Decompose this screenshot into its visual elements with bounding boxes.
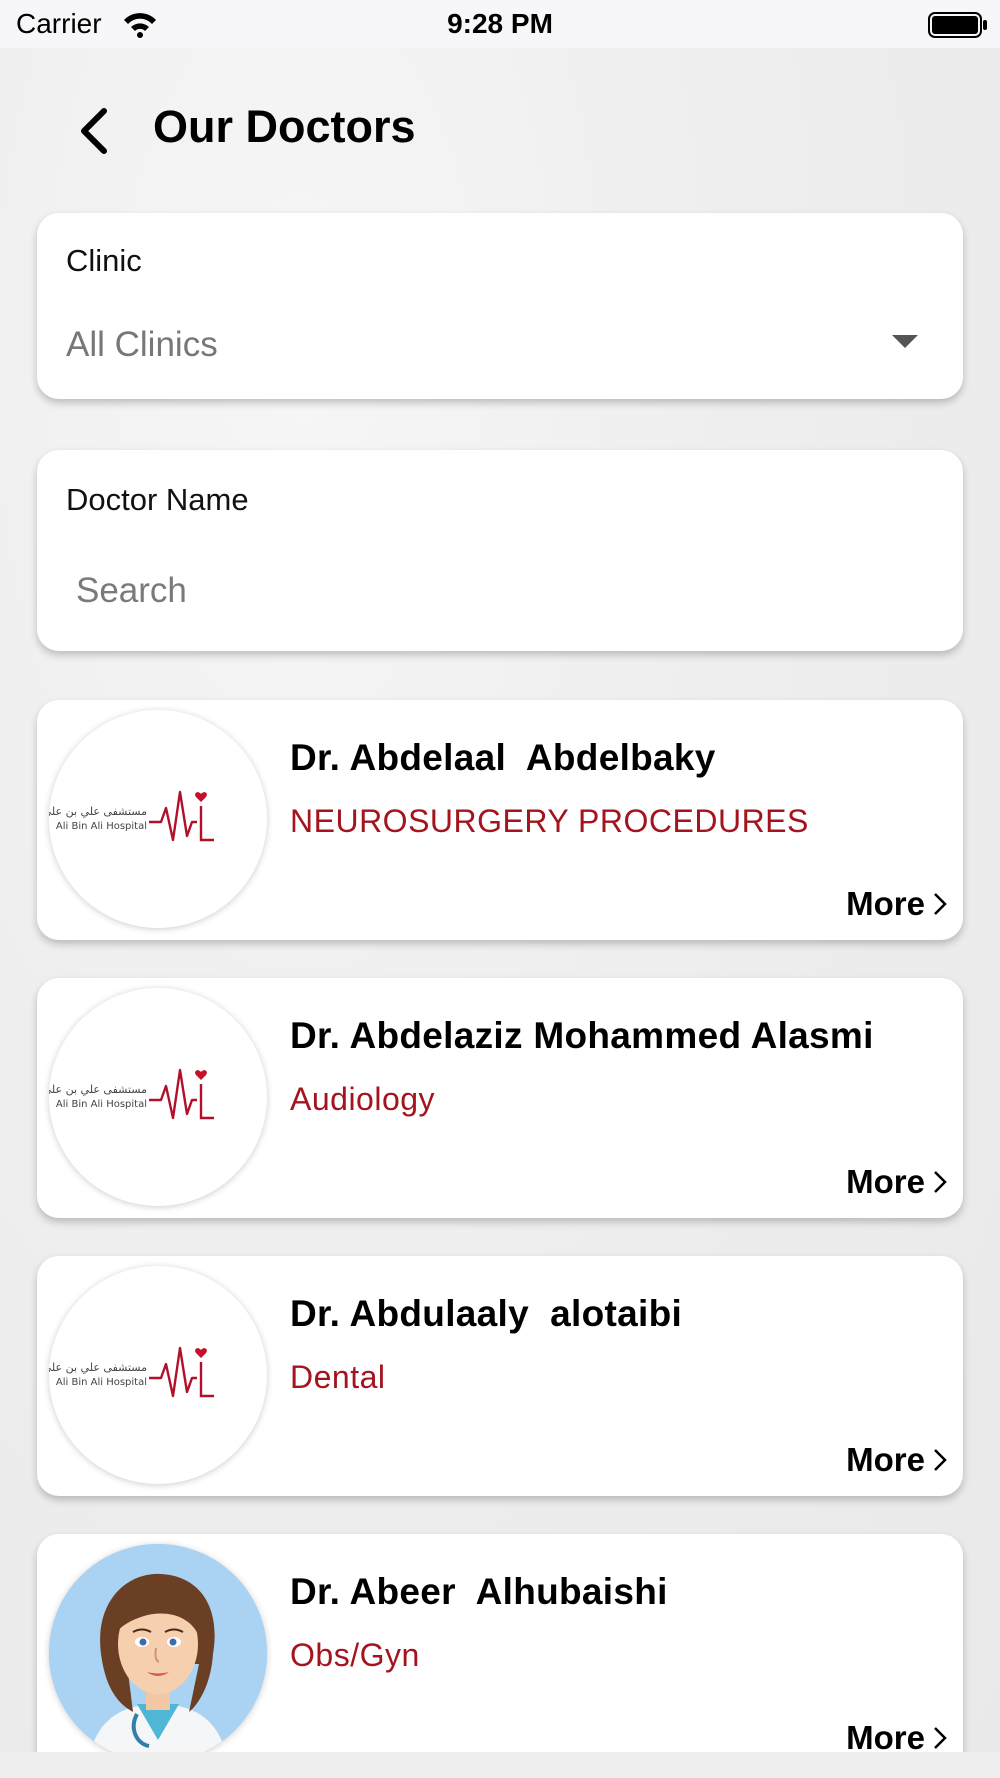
chevron-right-icon (934, 1171, 947, 1193)
doctor-specialty: Audiology (290, 1081, 436, 1117)
doctor-card[interactable]: Dr. Abeer Alhubaishi Obs/Gyn More (37, 1534, 963, 1752)
search-input[interactable] (74, 560, 918, 622)
chevron-right-icon (934, 1727, 947, 1749)
bottom-safe-area (0, 1752, 1000, 1778)
clinic-select[interactable]: Clinic All Clinics (37, 213, 963, 399)
logo-arabic-text: مستشفى علي بن علي (49, 1361, 147, 1374)
doctor-name: Dr. Abeer Alhubaishi (290, 1571, 668, 1612)
more-label: More (846, 1719, 925, 1752)
clinic-label: Clinic (66, 243, 142, 278)
doctor-specialty: Obs/Gyn (290, 1637, 420, 1673)
more-button[interactable]: More (846, 1441, 947, 1479)
doctor-name-field: Doctor Name (37, 450, 963, 651)
logo-english-text: Ali Bin Ali Hospital (56, 821, 147, 832)
hospital-logo-icon: مستشفى علي بن علي Ali Bin Ali Hospital (49, 1068, 214, 1120)
more-button[interactable]: More (846, 1719, 947, 1752)
more-button[interactable]: More (846, 885, 947, 923)
doctor-specialty: NEUROSURGERY PROCEDURES (290, 803, 809, 839)
logo-english-text: Ali Bin Ali Hospital (56, 1377, 147, 1388)
doctor-specialty: Dental (290, 1359, 386, 1395)
clinic-selected-value[interactable]: All Clinics (66, 325, 218, 365)
doctors-scroll-area[interactable]: Clinic All Clinics Doctor Name مستشفى عل… (0, 0, 1000, 1752)
logo-english-text: Ali Bin Ali Hospital (56, 1099, 147, 1110)
chevron-right-icon (934, 893, 947, 915)
logo-arabic-text: مستشفى علي بن علي (49, 805, 147, 818)
doctor-card[interactable]: مستشفى علي بن علي Ali Bin Ali Hospital D… (37, 1256, 963, 1496)
doctor-name: Dr. Abdelaal Abdelbaky (290, 737, 716, 778)
doctor-name: Dr. Abdulaaly alotaibi (290, 1293, 683, 1334)
doctor-avatar: مستشفى علي بن علي Ali Bin Ali Hospital (49, 988, 267, 1206)
doctor-avatar: مستشفى علي بن علي Ali Bin Ali Hospital (49, 1266, 267, 1484)
doctor-card[interactable]: مستشفى علي بن علي Ali Bin Ali Hospital D… (37, 978, 963, 1218)
logo-arabic-text: مستشفى علي بن علي (49, 1083, 147, 1096)
more-label: More (846, 885, 925, 922)
more-button[interactable]: More (846, 1163, 947, 1201)
doctor-avatar (49, 1544, 267, 1752)
hospital-logo-icon: مستشفى علي بن علي Ali Bin Ali Hospital (49, 790, 214, 842)
doctor-name-label: Doctor Name (66, 482, 249, 517)
more-label: More (846, 1441, 925, 1478)
dropdown-arrow-icon[interactable] (892, 335, 918, 348)
more-label: More (846, 1163, 925, 1200)
doctor-avatar: مستشفى علي بن علي Ali Bin Ali Hospital (49, 710, 267, 928)
doctor-name: Dr. Abdelaziz Mohammed Alasmi (290, 1015, 874, 1056)
female-doctor-illustration-icon (49, 1544, 267, 1752)
hospital-logo-icon: مستشفى علي بن علي Ali Bin Ali Hospital (49, 1346, 214, 1398)
chevron-right-icon (934, 1449, 947, 1471)
doctor-card[interactable]: مستشفى علي بن علي Ali Bin Ali Hospital D… (37, 700, 963, 940)
